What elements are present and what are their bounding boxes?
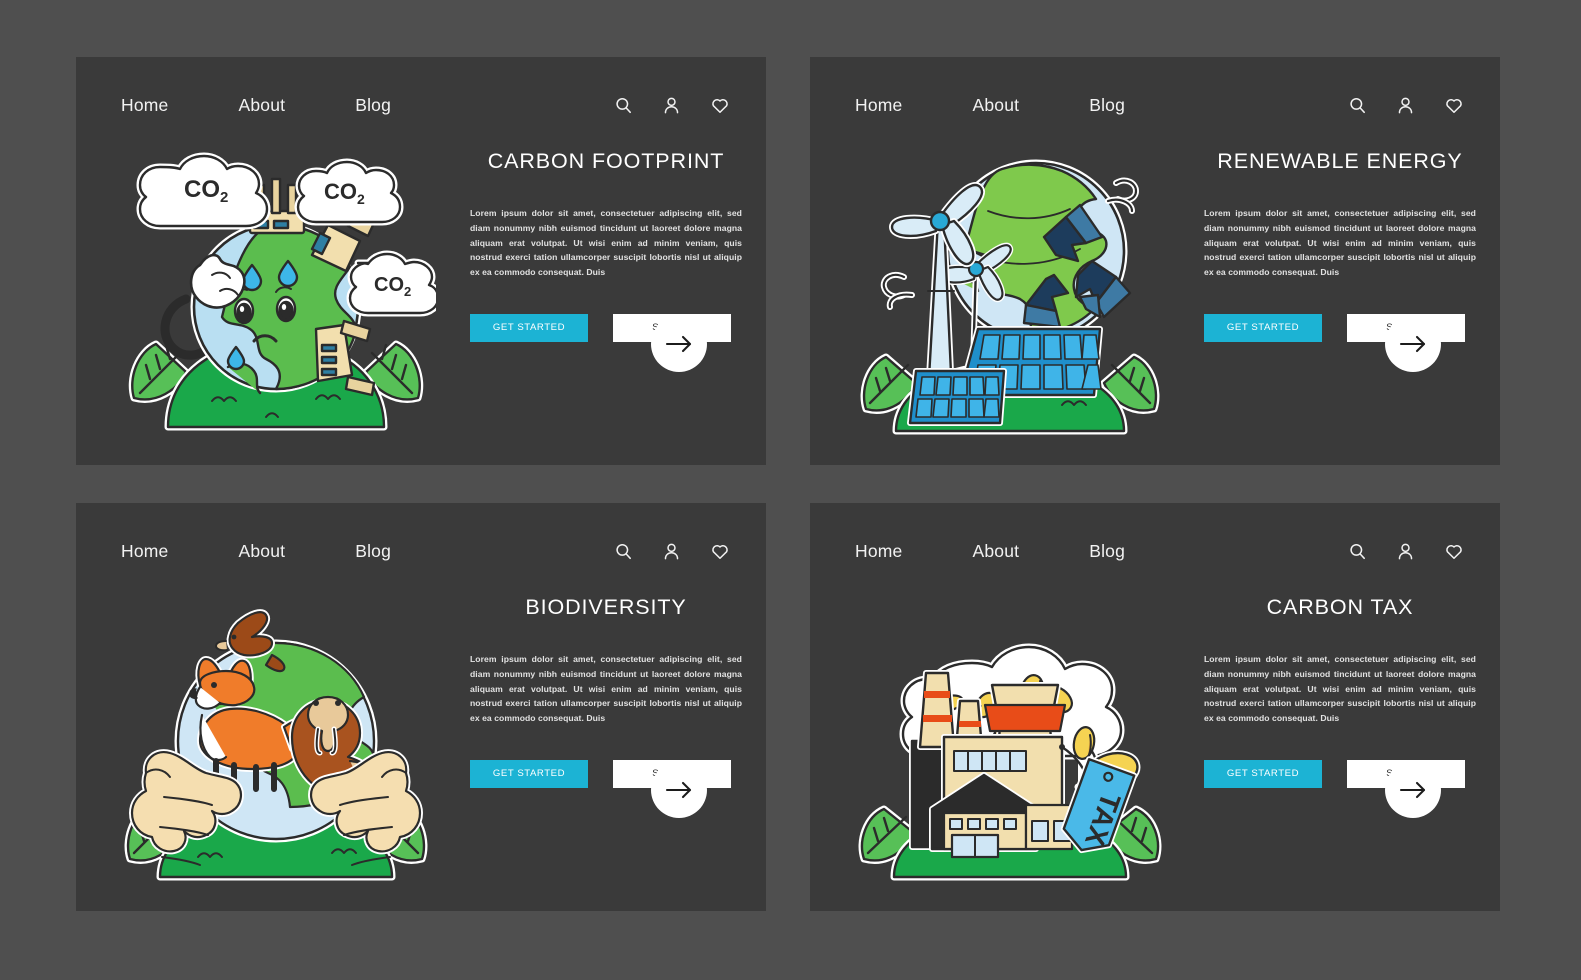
next-arrow-button[interactable] (651, 316, 707, 372)
arrow-right-icon (1399, 335, 1426, 353)
arrow-right-icon (665, 335, 692, 353)
nav-links: Home About Blog (855, 95, 1195, 116)
heart-icon[interactable] (1444, 542, 1464, 561)
nav-link-home[interactable]: Home (121, 541, 168, 562)
nav-icons (614, 542, 730, 561)
arrow-right-icon (665, 781, 692, 799)
nav-icons (614, 96, 730, 115)
body-paragraph: Lorem ipsum dolor sit amet, consectetuer… (1204, 208, 1476, 278)
heart-icon[interactable] (1444, 96, 1464, 115)
nav-icons (1348, 96, 1464, 115)
get-started-button[interactable]: GET STARTED (470, 313, 588, 342)
nav-links: Home About Blog (121, 541, 461, 562)
arrow-right-icon (1399, 781, 1426, 799)
nav-link-home[interactable]: Home (121, 95, 168, 116)
next-arrow-button[interactable] (1385, 762, 1441, 818)
search-icon[interactable] (614, 542, 633, 561)
heart-icon[interactable] (710, 542, 730, 561)
heart-icon[interactable] (710, 96, 730, 115)
page-title: CARBON TAX (1266, 595, 1414, 619)
panel-carbon-footprint: Home About Blog CO2 CO2 CO2 CARBON FOOTP… (76, 57, 766, 465)
nav-links: Home About Blog (121, 95, 461, 116)
search-icon[interactable] (614, 96, 633, 115)
panel-biodiversity: Home About Blog BIODIVERSITY Lorem ipsum… (76, 503, 766, 911)
nav-icons (1348, 542, 1464, 561)
nav-link-home[interactable]: Home (855, 95, 902, 116)
nav-link-about[interactable]: About (238, 541, 285, 562)
user-icon[interactable] (1396, 542, 1415, 561)
nav-links: Home About Blog (855, 541, 1195, 562)
get-started-button[interactable]: GET STARTED (470, 759, 588, 788)
user-icon[interactable] (662, 96, 681, 115)
get-started-button[interactable]: GET STARTED (1204, 759, 1322, 788)
nav-link-home[interactable]: Home (855, 541, 902, 562)
search-icon[interactable] (1348, 96, 1367, 115)
navbar: Home About Blog (855, 90, 1464, 120)
page-title: RENEWABLE ENERGY (1217, 149, 1463, 173)
nav-link-about[interactable]: About (238, 95, 285, 116)
panel-content: RENEWABLE ENERGY Lorem ipsum dolor sit a… (1204, 149, 1476, 342)
illustration-renewable-energy (850, 129, 1170, 439)
navbar: Home About Blog (121, 536, 730, 566)
nav-link-blog[interactable]: Blog (1089, 95, 1125, 116)
nav-link-blog[interactable]: Blog (355, 95, 391, 116)
nav-link-blog[interactable]: Blog (355, 541, 391, 562)
illustration-carbon-footprint: CO2 CO2 CO2 (116, 129, 436, 439)
panel-content: CARBON TAX Lorem ipsum dolor sit amet, c… (1204, 595, 1476, 788)
panel-content: BIODIVERSITY Lorem ipsum dolor sit amet,… (470, 595, 742, 788)
landing-page-set: Home About Blog CO2 CO2 CO2 CARBON FOOTP… (0, 0, 1581, 980)
illustration-biodiversity (116, 575, 436, 885)
illustration-carbon-tax: TAX (850, 575, 1170, 885)
panel-carbon-tax: Home About Blog TAX CARBON TAX Lorem ips… (810, 503, 1500, 911)
nav-link-blog[interactable]: Blog (1089, 541, 1125, 562)
page-title: BIODIVERSITY (525, 595, 687, 619)
nav-link-about[interactable]: About (972, 95, 1019, 116)
next-arrow-button[interactable] (651, 762, 707, 818)
panel-renewable-energy: Home About Blog RENEWABLE ENERGY Lorem i… (810, 57, 1500, 465)
user-icon[interactable] (662, 542, 681, 561)
body-paragraph: Lorem ipsum dolor sit amet, consectetuer… (1204, 654, 1476, 724)
panel-content: CARBON FOOTPRINT Lorem ipsum dolor sit a… (470, 149, 742, 342)
page-title: CARBON FOOTPRINT (487, 149, 725, 173)
search-icon[interactable] (1348, 542, 1367, 561)
nav-link-about[interactable]: About (972, 541, 1019, 562)
navbar: Home About Blog (855, 536, 1464, 566)
body-paragraph: Lorem ipsum dolor sit amet, consectetuer… (470, 654, 742, 724)
body-paragraph: Lorem ipsum dolor sit amet, consectetuer… (470, 208, 742, 278)
get-started-button[interactable]: GET STARTED (1204, 313, 1322, 342)
user-icon[interactable] (1396, 96, 1415, 115)
next-arrow-button[interactable] (1385, 316, 1441, 372)
navbar: Home About Blog (121, 90, 730, 120)
